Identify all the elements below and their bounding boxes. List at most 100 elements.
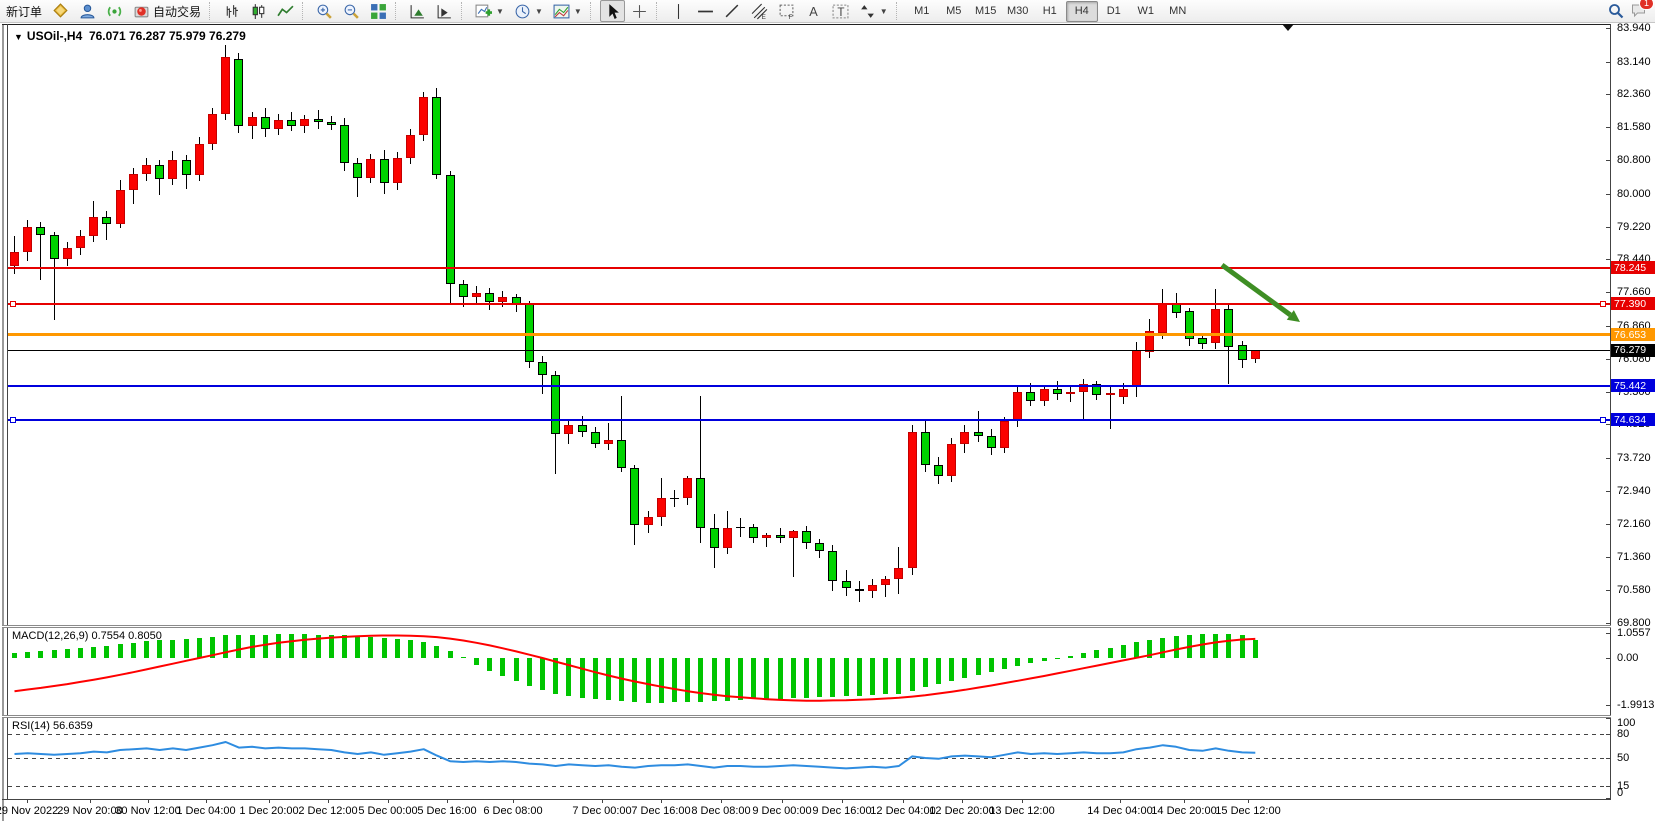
macd-histogram-bar xyxy=(712,658,717,701)
chart-window[interactable] xyxy=(2,24,1653,821)
timeframe-H1[interactable]: H1 xyxy=(1034,1,1066,22)
template-button[interactable]: ▼ xyxy=(549,0,586,22)
price-level-line-76.653[interactable] xyxy=(8,333,1610,336)
text-tool[interactable]: A xyxy=(801,0,826,22)
price-level-line-75.442[interactable] xyxy=(8,385,1610,387)
candle-body xyxy=(776,535,785,538)
candle-body xyxy=(987,436,996,449)
macd-histogram-bar xyxy=(1028,658,1033,663)
macd-histogram-bar xyxy=(1226,634,1231,658)
timeframe-H4[interactable]: H4 xyxy=(1066,1,1098,22)
macd-tick-label: 1.0557 xyxy=(1617,627,1651,639)
macd-histogram-bar xyxy=(844,658,849,696)
macd-histogram-bar xyxy=(989,658,994,672)
macd-histogram-bar xyxy=(118,644,123,658)
candle-body xyxy=(696,478,705,528)
macd-histogram-bar xyxy=(725,658,730,701)
time-tick-label: 7 Dec 16:00 xyxy=(631,805,690,817)
arrows-tool[interactable]: ▼ xyxy=(855,0,892,22)
macd-histogram-bar xyxy=(738,658,743,700)
price-level-line-78.245[interactable] xyxy=(8,267,1610,269)
candle-doji xyxy=(736,527,745,528)
auto-scroll-button[interactable] xyxy=(405,0,430,22)
trendline-tool[interactable] xyxy=(720,0,745,22)
timeframe-M1[interactable]: M1 xyxy=(906,1,938,22)
timeframe-MN[interactable]: MN xyxy=(1162,1,1194,22)
time-tick xyxy=(27,799,28,803)
candlestick-chart-type-button[interactable] xyxy=(246,0,271,22)
chart-title: ▼USOil-,H4 76.071 76.287 75.979 76.279 xyxy=(14,29,246,43)
chart-shift-button[interactable] xyxy=(432,0,457,22)
candle-body xyxy=(116,190,125,224)
quotes-icon[interactable] xyxy=(48,0,73,22)
price-level-line-76.279[interactable] xyxy=(8,350,1610,351)
market-watch-icon[interactable] xyxy=(75,0,100,22)
zoom-in-button[interactable] xyxy=(312,0,337,22)
rsi-tick-label: 0 xyxy=(1617,787,1623,799)
macd-histogram-bar xyxy=(896,658,901,694)
macd-histogram-bar xyxy=(12,653,17,658)
collapse-triangle-icon[interactable]: ▼ xyxy=(14,32,23,42)
price-level-line-77.390[interactable] xyxy=(8,303,1610,305)
pane-separator[interactable] xyxy=(2,715,1655,718)
candle-body xyxy=(472,293,481,297)
tile-windows-icon[interactable] xyxy=(366,0,391,22)
price-tick xyxy=(1606,491,1610,492)
dropdown-caret: ▼ xyxy=(496,7,504,16)
line-chart-type-button[interactable] xyxy=(273,0,298,22)
line-handle[interactable] xyxy=(10,417,16,423)
autotrading-button[interactable]: 自动交易 xyxy=(129,0,205,22)
candle-body xyxy=(142,165,151,173)
candle-wick xyxy=(1110,385,1111,429)
macd-histogram-bar xyxy=(923,658,928,687)
timeframe-M5[interactable]: M5 xyxy=(938,1,970,22)
vertical-line-tool[interactable] xyxy=(666,0,691,22)
cursor-tool-button[interactable] xyxy=(600,0,625,22)
candle-body xyxy=(828,551,837,581)
macd-histogram-bar xyxy=(976,658,981,675)
line-handle[interactable] xyxy=(1600,417,1606,423)
search-icon[interactable] xyxy=(1608,3,1624,19)
zoom-out-button[interactable] xyxy=(339,0,364,22)
candle-body xyxy=(578,425,587,431)
candle-body xyxy=(617,440,626,468)
chart-shift-marker[interactable] xyxy=(1282,24,1294,31)
text-label-tool[interactable]: T xyxy=(828,0,853,22)
macd-histogram-bar xyxy=(804,658,809,698)
timeframe-W1[interactable]: W1 xyxy=(1130,1,1162,22)
price-axis-strip[interactable] xyxy=(1611,24,1655,800)
candle-body xyxy=(683,478,692,498)
timeframe-M15[interactable]: M15 xyxy=(970,1,1002,22)
candle-body xyxy=(657,498,666,517)
price-level-line-74.634[interactable] xyxy=(8,419,1610,421)
bar-chart-type-button[interactable] xyxy=(219,0,244,22)
horizontal-line-tool[interactable] xyxy=(693,0,718,22)
notifications-button[interactable]: 1 xyxy=(1630,2,1647,21)
macd-histogram-bar xyxy=(276,634,281,658)
period-clock-button[interactable]: ▼ xyxy=(510,0,547,22)
time-tick xyxy=(447,799,448,803)
price-tick-label: 79.220 xyxy=(1617,221,1651,233)
macd-histogram-bar xyxy=(65,649,70,658)
candle-body xyxy=(393,158,402,183)
macd-histogram-bar xyxy=(25,652,30,658)
macd-histogram-bar xyxy=(883,658,888,694)
candle-body xyxy=(723,528,732,548)
crosshair-tool-button[interactable] xyxy=(627,0,652,22)
line-handle[interactable] xyxy=(10,301,16,307)
timeframe-D1[interactable]: D1 xyxy=(1098,1,1130,22)
add-indicator-button[interactable]: ▼ xyxy=(471,0,508,22)
timeframe-M30[interactable]: M30 xyxy=(1002,1,1034,22)
fibonacci-tool[interactable]: F xyxy=(774,0,799,22)
macd-histogram-bar xyxy=(672,658,677,702)
equidistant-channel-tool[interactable]: E xyxy=(747,0,772,22)
time-tick-label: 2 Dec 12:00 xyxy=(298,805,357,817)
new-order-button[interactable]: 新订单 xyxy=(2,0,46,22)
macd-histogram-bar xyxy=(157,640,162,658)
signals-icon[interactable] xyxy=(102,0,127,22)
pane-separator[interactable] xyxy=(2,625,1655,628)
candle-body xyxy=(538,362,547,375)
line-handle[interactable] xyxy=(1600,301,1606,307)
rsi-tick-label: 80 xyxy=(1617,728,1629,740)
candle-body xyxy=(432,97,441,175)
